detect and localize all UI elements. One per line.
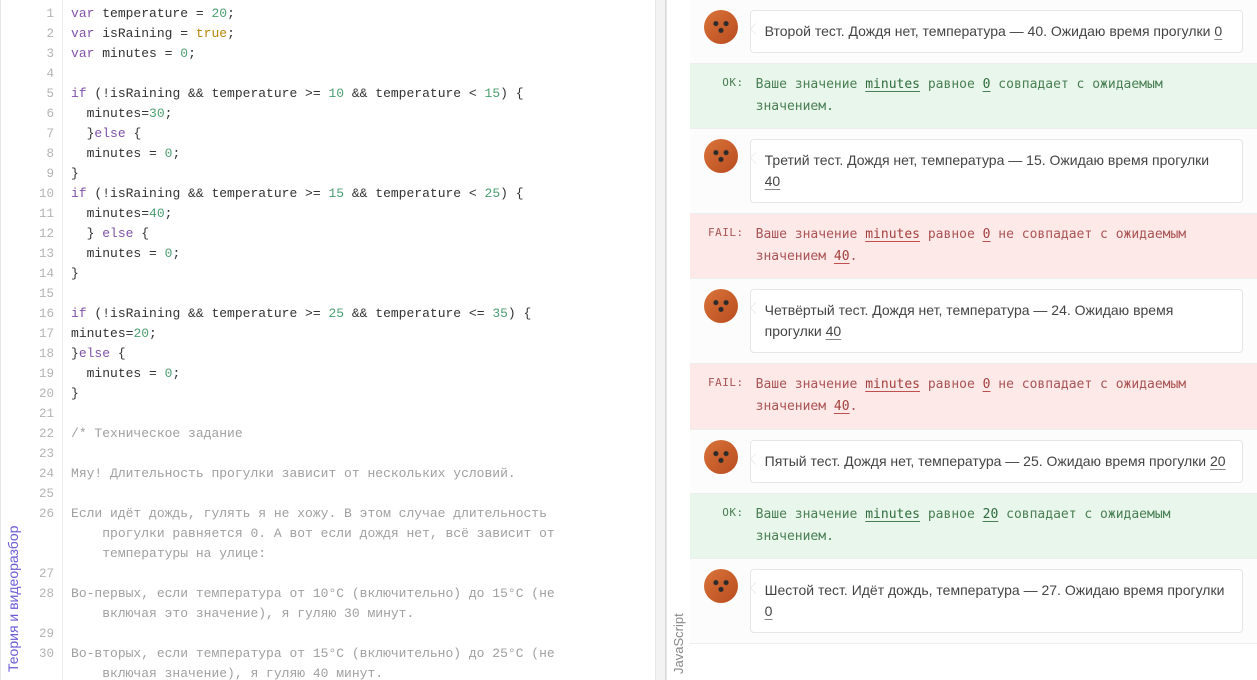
verdict-text: Ваше значение minutes равное 0 не совпад… — [756, 374, 1243, 418]
message-bubble: Шестой тест. Идёт дождь, температура — 2… — [750, 569, 1243, 633]
verdict-text: Ваше значение minutes равное 0 не совпад… — [756, 224, 1243, 268]
verdict-label: FAIL: — [704, 374, 744, 418]
test-ok: OK: Ваше значение minutes равное 20 совпа… — [690, 494, 1257, 559]
keks-avatar-icon — [704, 569, 738, 603]
code-editor-pane: 1234567891011121314151617181920212223242… — [25, 0, 666, 680]
test-message: Третий тест. Дождя нет, температура — 15… — [690, 129, 1257, 214]
keks-avatar-icon — [704, 10, 738, 44]
test-message: Второй тест. Дождя нет, температура — 40… — [690, 0, 1257, 64]
keks-avatar-icon — [704, 139, 738, 173]
test-ok: OK: Ваше значение minutes равное 0 совпад… — [690, 64, 1257, 129]
keks-avatar-icon — [704, 440, 738, 474]
message-bubble: Второй тест. Дождя нет, температура — 40… — [750, 10, 1243, 53]
test-message: Шестой тест. Идёт дождь, температура — 2… — [690, 559, 1257, 644]
results-pane: JavaScript Второй тест. Дождя нет, темпе… — [666, 0, 1257, 680]
verdict-label: FAIL: — [704, 224, 744, 268]
message-bubble: Пятый тест. Дождя нет, температура — 25.… — [750, 440, 1243, 483]
code-area[interactable]: var temperature = 20;var isRaining = tru… — [63, 0, 655, 680]
editor-scrollbar[interactable] — [655, 0, 665, 680]
language-tab[interactable]: JavaScript — [666, 0, 690, 680]
test-message: Четвёртый тест. Дождя нет, температура —… — [690, 279, 1257, 364]
theory-tab[interactable]: Теория и видеоразбор — [0, 0, 25, 680]
verdict-text: Ваше значение minutes равное 0 совпадает… — [756, 74, 1243, 118]
test-message: Пятый тест. Дождя нет, температура — 25.… — [690, 430, 1257, 494]
message-bubble: Четвёртый тест. Дождя нет, температура —… — [750, 289, 1243, 353]
verdict-label: OK: — [704, 504, 744, 548]
keks-avatar-icon — [704, 289, 738, 323]
message-bubble: Третий тест. Дождя нет, температура — 15… — [750, 139, 1243, 203]
test-fail: FAIL: Ваше значение minutes равное 0 не с… — [690, 364, 1257, 429]
verdict-text: Ваше значение minutes равное 20 совпадае… — [756, 504, 1243, 548]
test-fail: FAIL: Ваше значение minutes равное 0 не с… — [690, 214, 1257, 279]
verdict-label: OK: — [704, 74, 744, 118]
line-gutter: 1234567891011121314151617181920212223242… — [25, 0, 63, 680]
test-results: Второй тест. Дождя нет, температура — 40… — [690, 0, 1257, 680]
